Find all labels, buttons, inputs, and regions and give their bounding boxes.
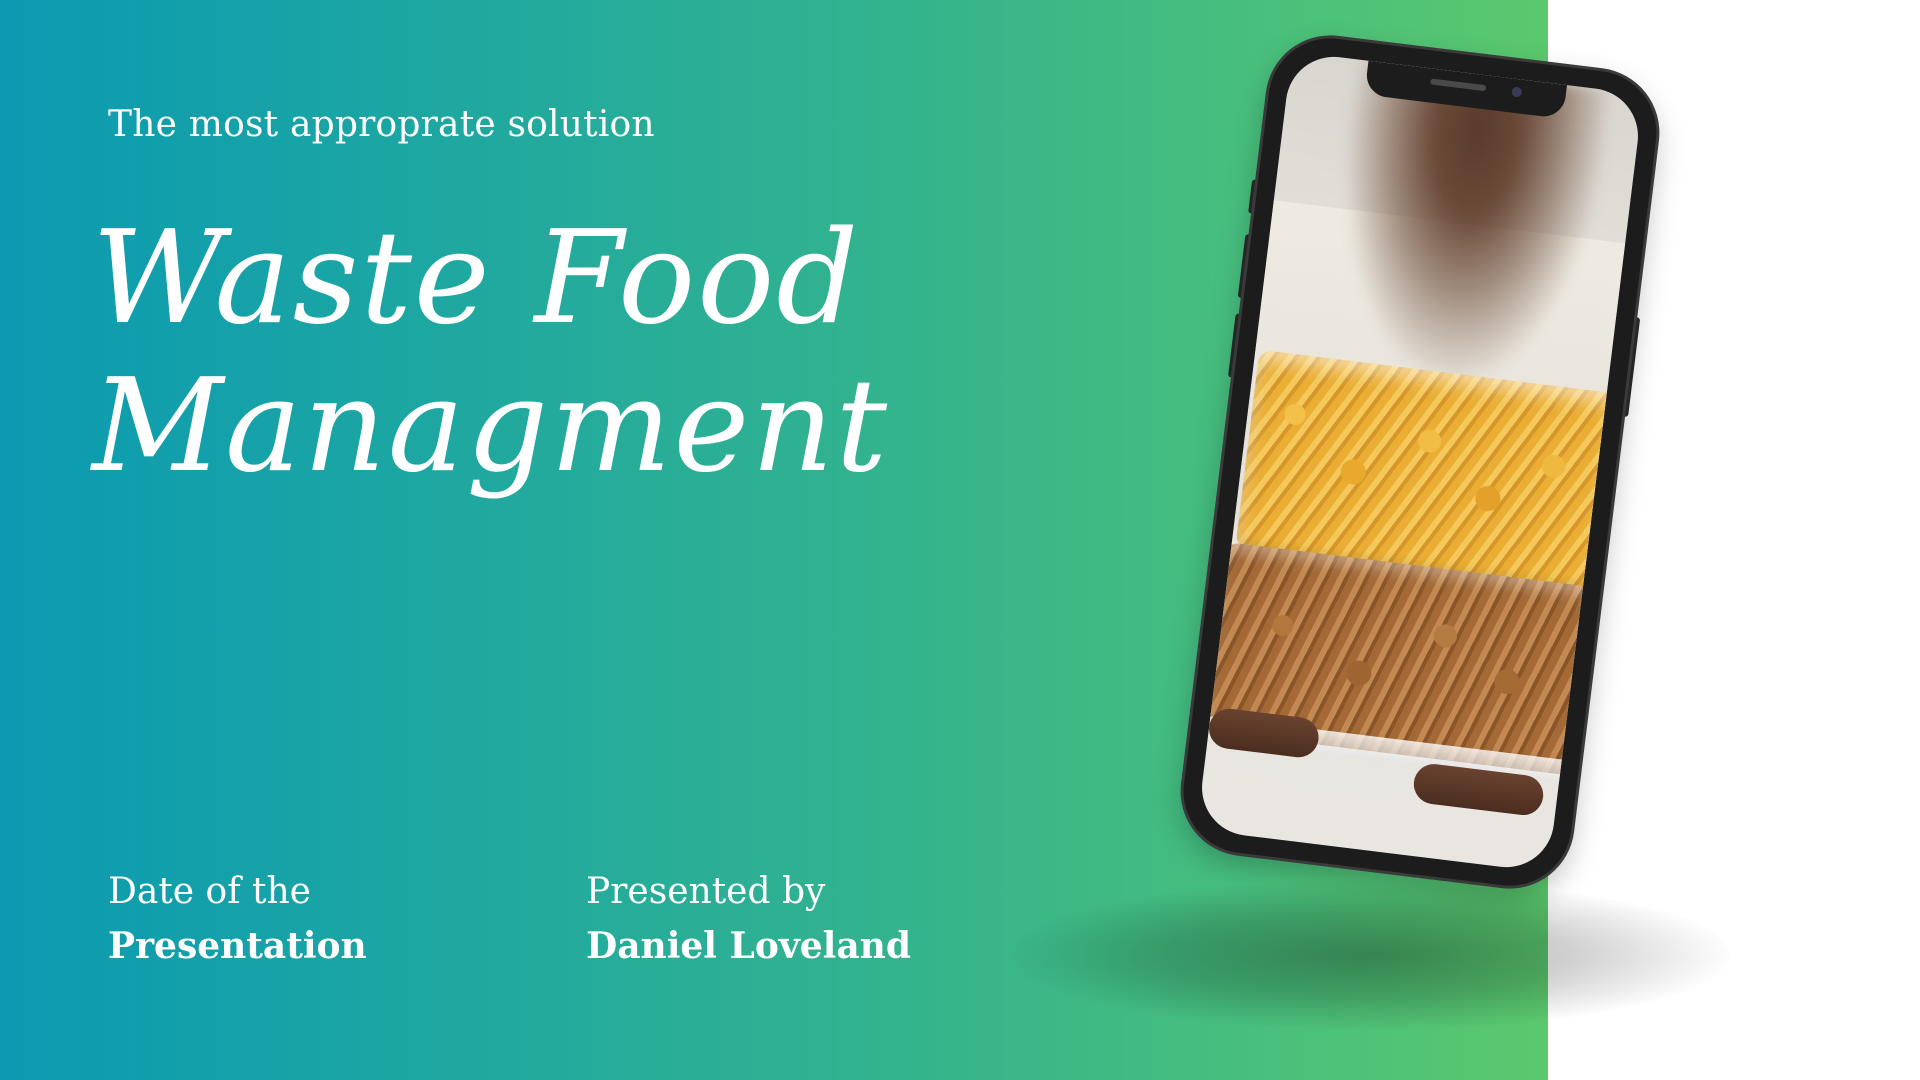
slide-title-line-2: Managment [92, 352, 890, 501]
slide-subtitle: The most approprate solution [108, 104, 655, 145]
presenter-label: Presented by [586, 871, 826, 912]
date-block: Date of the Presentation [108, 865, 367, 973]
phone-shadow [1010, 880, 1730, 1030]
camera-icon [1511, 86, 1523, 98]
presentation-slide: The most approprate solution Waste Food … [0, 0, 1920, 1080]
presenter-name: Daniel Loveland [586, 925, 912, 967]
presenter-block: Presented by Daniel Loveland [586, 865, 911, 973]
slide-title-line-1: Waste Food [92, 204, 861, 353]
date-label: Date of the [108, 871, 311, 912]
slide-title: Waste Food Managment [92, 205, 912, 501]
date-value: Presentation [108, 925, 367, 967]
speaker-icon [1430, 78, 1487, 92]
